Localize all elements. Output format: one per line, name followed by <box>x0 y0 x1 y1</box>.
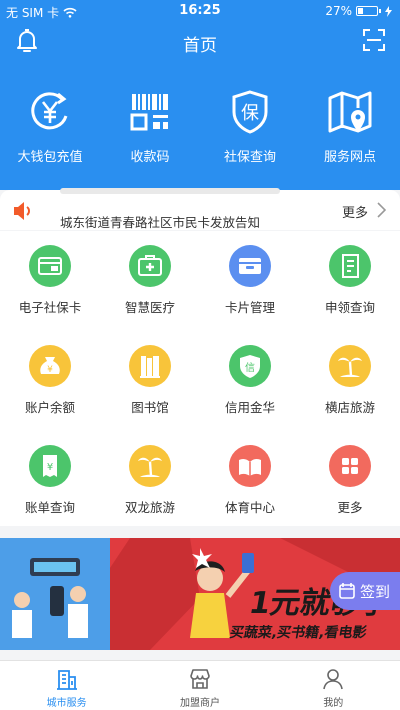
header: 无 SIM 卡 16:25 27% 首页 大钱包充值 收款码 保 社保查询 服务… <box>0 0 400 190</box>
map-pin-icon <box>328 91 372 133</box>
tab-merchants[interactable]: 加盟商户 <box>133 661 266 710</box>
service-label: 账户余额 <box>24 400 75 415</box>
service-more[interactable]: 更多 <box>300 431 400 531</box>
city-building-icon <box>56 670 77 690</box>
chevron-right-icon[interactable] <box>377 202 386 218</box>
service-bill-query[interactable]: ¥ 账单查询 <box>0 431 100 531</box>
person-icon <box>323 669 344 690</box>
service-label: 信用金华 <box>224 400 275 415</box>
tab-city-services[interactable]: 城市服务 <box>0 661 133 710</box>
checkin-label: 签到 <box>360 582 391 601</box>
quick-action-label: 社保查询 <box>223 150 276 165</box>
bill-icon: ¥ <box>29 445 71 487</box>
service-label: 图书馆 <box>131 400 169 415</box>
card-icon <box>29 245 71 287</box>
service-label: 更多 <box>337 500 363 515</box>
service-card-management[interactable]: 卡片管理 <box>200 231 300 331</box>
service-credit-jinhua[interactable]: 信 信用金华 <box>200 331 300 431</box>
books-icon <box>129 345 171 387</box>
tab-bar: 城市服务 加盟商户 我的 <box>0 660 400 710</box>
shield-bao-icon: 保 <box>232 90 268 134</box>
service-e-social-card[interactable]: 电子社保卡 <box>0 231 100 331</box>
open-book-icon <box>229 445 271 487</box>
service-label: 双龙旅游 <box>124 500 175 515</box>
qr-code-icon <box>130 94 168 131</box>
tab-label: 加盟商户 <box>179 698 220 709</box>
services-grid: 电子社保卡 智慧医疗 卡片管理 申领查询 ¥ 账户余额 图书馆 信 信用金华 横… <box>0 231 400 526</box>
svg-text:¥: ¥ <box>47 365 53 375</box>
quick-action-service-points[interactable]: 服务网点 <box>300 88 400 165</box>
service-label: 横店旅游 <box>324 400 375 415</box>
service-hengdian-travel[interactable]: 横店旅游 <box>300 331 400 431</box>
quick-action-label: 大钱包充值 <box>17 150 83 165</box>
notice-more-link[interactable]: 更多 <box>342 202 368 221</box>
service-shuanglong-travel[interactable]: 双龙旅游 <box>100 431 200 531</box>
grid-icon <box>329 445 371 487</box>
quick-action-wallet-recharge[interactable]: 大钱包充值 <box>0 88 100 165</box>
scan-icon[interactable] <box>363 29 385 51</box>
service-smart-medical[interactable]: 智慧医疗 <box>100 231 200 331</box>
wallet-icon <box>229 245 271 287</box>
money-bag-icon: ¥ <box>29 345 71 387</box>
service-label: 账单查询 <box>24 500 75 515</box>
battery-icon <box>356 6 378 16</box>
tab-profile[interactable]: 我的 <box>267 661 400 710</box>
speaker-icon <box>14 202 30 220</box>
medical-kit-icon <box>129 245 171 287</box>
service-label: 体育中心 <box>224 500 275 515</box>
svg-text:信: 信 <box>245 362 255 374</box>
tab-label: 城市服务 <box>46 698 87 709</box>
quick-action-social-security[interactable]: 保 社保查询 <box>200 88 300 165</box>
notice-previous-text <box>60 188 280 194</box>
charging-icon <box>385 5 392 17</box>
service-library[interactable]: 图书馆 <box>100 331 200 431</box>
quick-actions: 大钱包充值 收款码 保 社保查询 服务网点 <box>0 88 400 165</box>
nav-bar: 首页 <box>0 28 400 56</box>
quick-action-label: 收款码 <box>130 150 170 165</box>
svg-text:¥: ¥ <box>47 462 53 473</box>
service-application-query[interactable]: 申领查询 <box>300 231 400 331</box>
notice-text[interactable]: 城东街道青春路社区市民卡发放告知 <box>60 212 260 231</box>
banner-slide-medical[interactable] <box>0 538 110 650</box>
battery-percent: 27% <box>325 4 352 18</box>
document-icon <box>329 245 371 287</box>
quick-action-payment-code[interactable]: 收款码 <box>100 88 200 165</box>
status-bar: 无 SIM 卡 16:25 27% <box>0 0 400 22</box>
service-label: 智慧医疗 <box>124 300 175 315</box>
credit-shield-icon: 信 <box>229 345 271 387</box>
palm-tree-icon <box>329 345 371 387</box>
yuan-refresh-icon <box>31 92 68 130</box>
notice-bar[interactable]: 城东街道青春路社区市民卡发放告知 更多 <box>0 188 400 231</box>
promo-subtitle: 买蔬菜,买书籍,看电影 <box>228 625 368 641</box>
quick-action-label: 服务网点 <box>323 150 376 165</box>
service-label: 电子社保卡 <box>18 300 82 315</box>
service-label: 申领查询 <box>324 300 375 315</box>
tab-label: 我的 <box>323 698 344 709</box>
calendar-icon <box>339 583 355 599</box>
page-title: 首页 <box>183 36 217 56</box>
service-account-balance[interactable]: ¥ 账户余额 <box>0 331 100 431</box>
doctors-illustration <box>12 558 88 638</box>
palm-tree-icon <box>129 445 171 487</box>
checkin-button[interactable]: 签到 <box>330 572 400 610</box>
service-sports-center[interactable]: 体育中心 <box>200 431 300 531</box>
promo-banner[interactable]: 1元就够了 买蔬菜,买书籍,看电影 签到 <box>0 538 400 650</box>
service-label: 卡片管理 <box>224 300 275 315</box>
svg-text:保: 保 <box>241 103 259 124</box>
storefront-icon <box>190 669 210 689</box>
